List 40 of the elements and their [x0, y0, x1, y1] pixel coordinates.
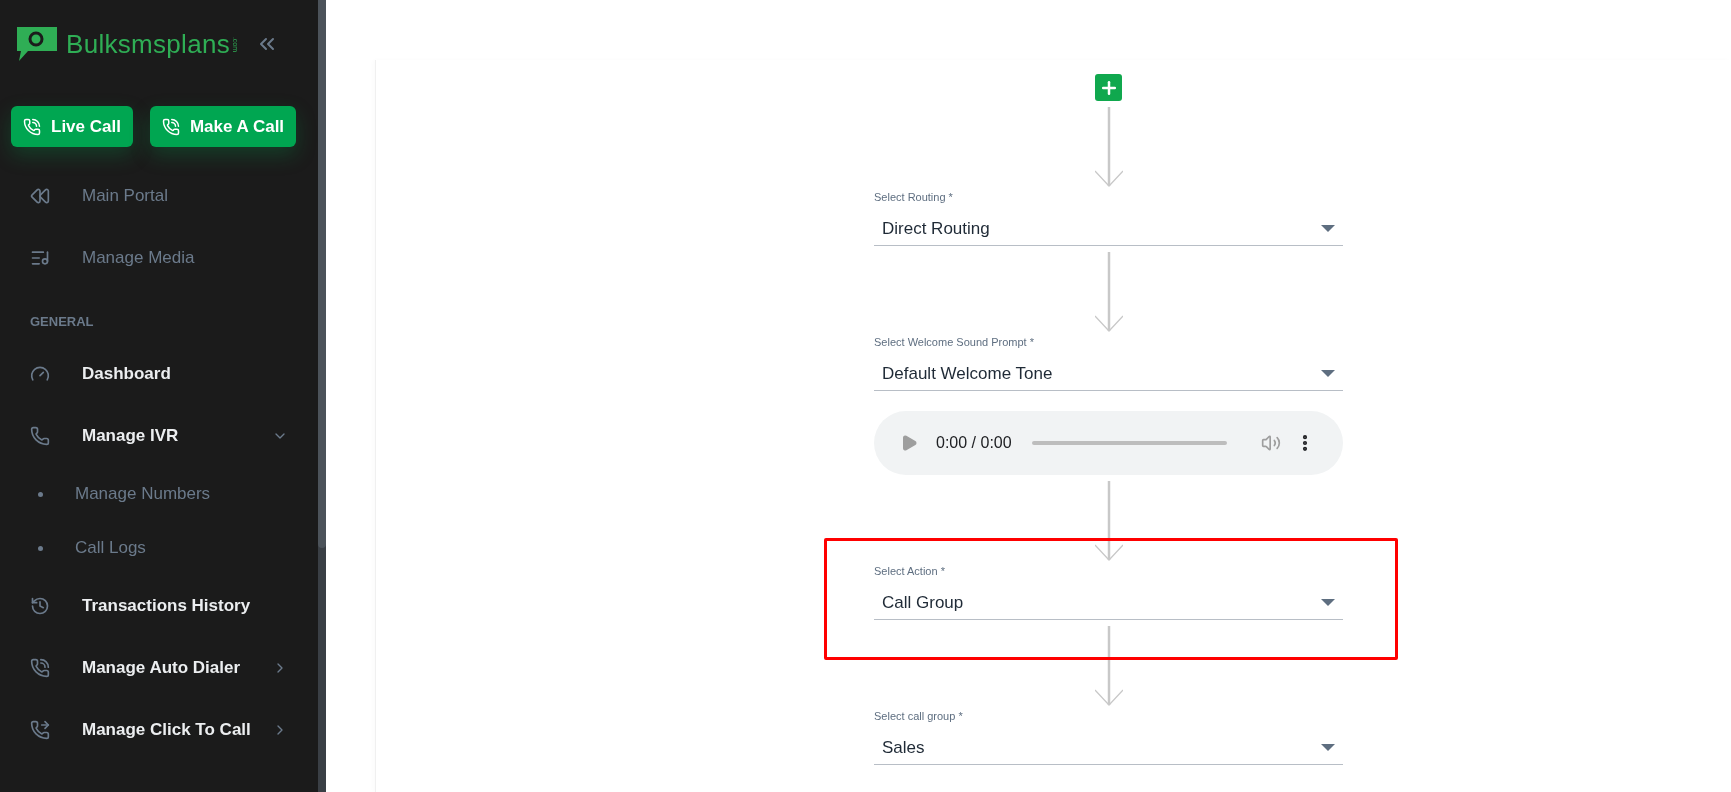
phone-icon	[23, 117, 41, 136]
logo-icon	[14, 25, 60, 63]
nav-subitem[interactable]: Call Logs	[0, 521, 318, 575]
nav-item[interactable]: Transactions History	[0, 575, 318, 637]
nav-item[interactable]: Dashboard	[0, 343, 318, 405]
nav-icon	[30, 248, 50, 268]
nav-icon	[30, 720, 50, 740]
audio-progress-track[interactable]	[1031, 441, 1227, 445]
play-icon[interactable]	[900, 434, 918, 452]
nav-subitem[interactable]: Manage Numbers	[0, 467, 318, 521]
scrollbar[interactable]	[318, 0, 326, 792]
add-button[interactable]	[1095, 74, 1122, 101]
select-field[interactable]: Sales	[874, 732, 1343, 765]
field-label: Select Routing *	[874, 191, 954, 203]
nav-icon	[30, 426, 50, 446]
caret-icon	[1321, 599, 1335, 607]
nav-icon	[30, 186, 50, 206]
logo-text: Bulksmsplans	[66, 28, 230, 60]
field-label: Select call group *	[874, 710, 964, 722]
select-field[interactable]: Direct Routing	[874, 213, 1343, 246]
nav-item[interactable]: Manage IVR	[0, 405, 318, 467]
nav-icon	[30, 364, 50, 384]
phone-icon	[161, 117, 180, 136]
field-label: Select Action *	[874, 565, 946, 577]
caret-icon	[1321, 225, 1335, 233]
section-heading: GENERAL	[29, 313, 95, 331]
select-field[interactable]: Call Group	[874, 587, 1343, 620]
nav-item[interactable]: Manage Auto Dialer	[0, 637, 318, 699]
nav-item[interactable]: Manage Click To Call	[0, 699, 318, 761]
field-label: Select Welcome Sound Prompt *	[874, 336, 1035, 348]
nav-item[interactable]: Manage Media	[0, 227, 318, 289]
nav-icon	[30, 658, 50, 678]
audio-player[interactable]: 0:00 / 0:00	[874, 411, 1343, 475]
caret-icon	[1321, 370, 1335, 378]
caret-icon	[1321, 744, 1335, 752]
nav-icon	[30, 596, 50, 616]
nav-item[interactable]: Main Portal	[0, 165, 318, 227]
volume-icon[interactable]	[1261, 433, 1281, 453]
select-field[interactable]: Default Welcome Tone	[874, 358, 1343, 391]
audio-time: 0:00 / 0:00	[936, 434, 1012, 452]
